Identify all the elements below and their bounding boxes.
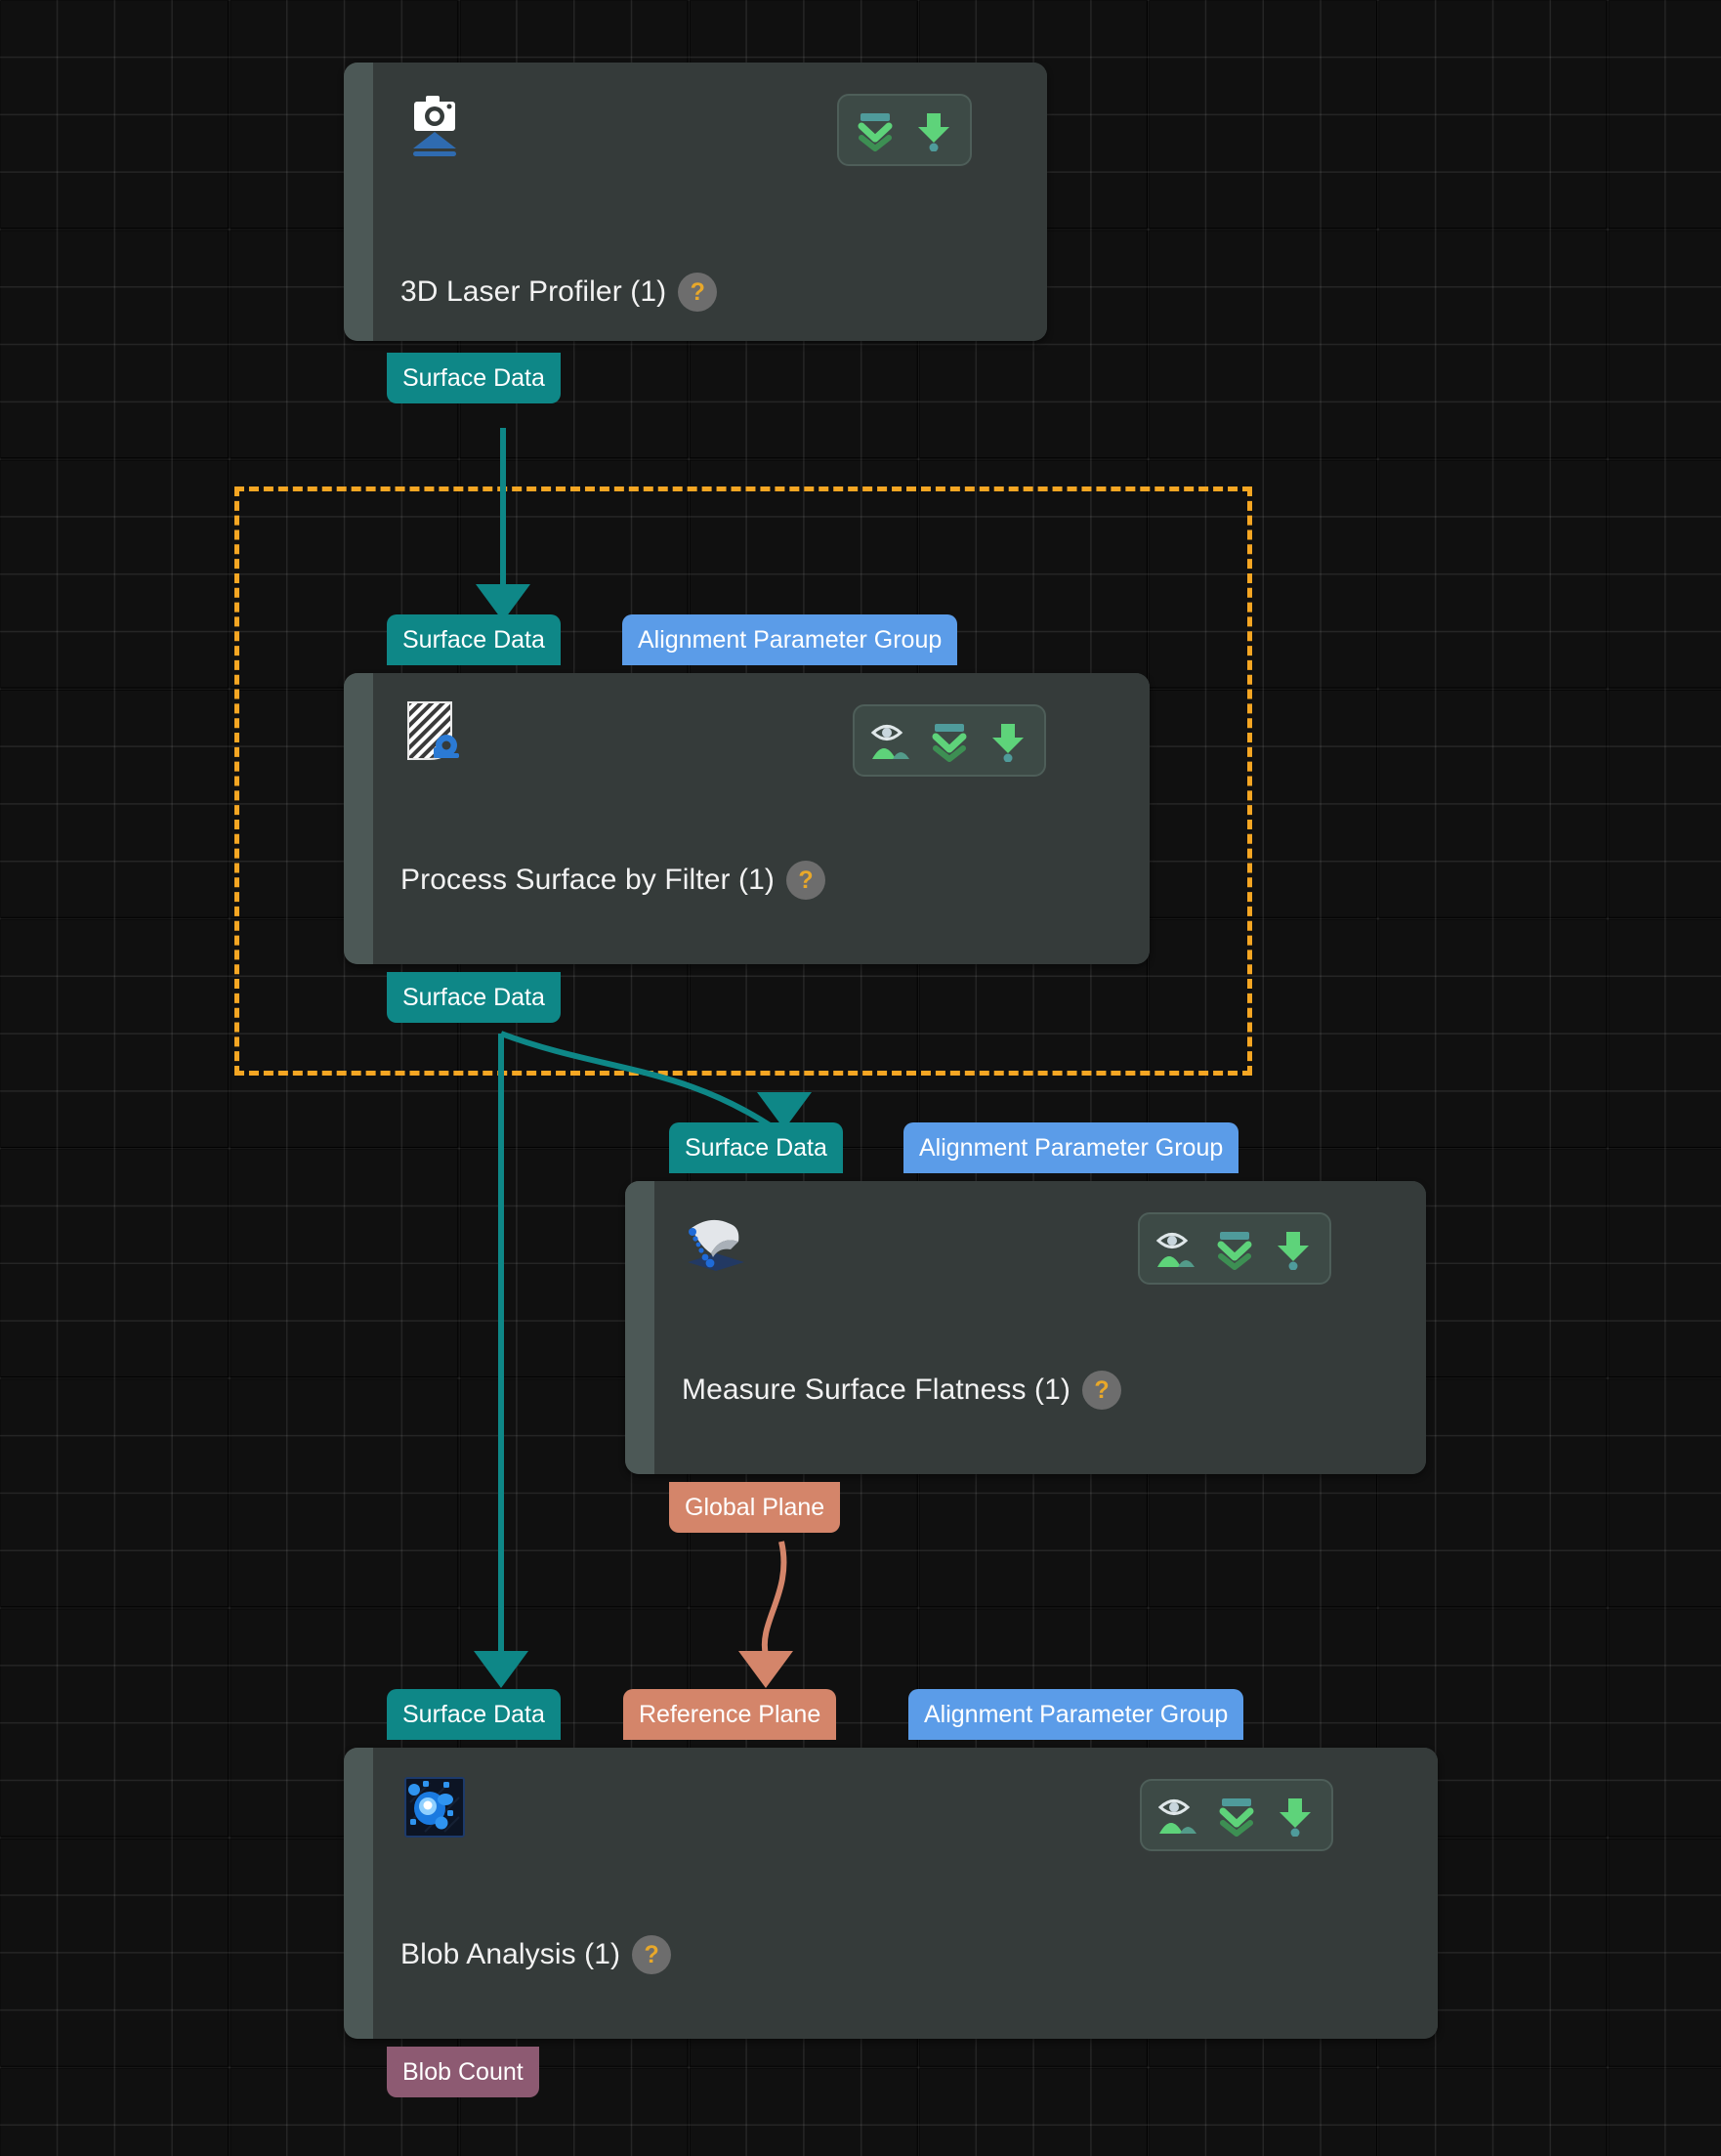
port-flatness-in-surface-data[interactable]: Surface Data bbox=[669, 1122, 843, 1173]
wire-arrowhead-blob-reference-in bbox=[738, 1651, 793, 1688]
port-label: Blob Count bbox=[402, 2058, 524, 2087]
hatched-surface-gear-icon bbox=[400, 698, 469, 767]
wire-arrowhead-blob-surface-in bbox=[474, 1651, 528, 1688]
node-toolbar[interactable] bbox=[837, 94, 972, 166]
node-title-row: Blob Analysis (1) ? bbox=[400, 1935, 671, 1974]
node-title: Process Surface by Filter (1) bbox=[400, 864, 775, 897]
port-process-in-surface-data[interactable]: Surface Data bbox=[387, 614, 561, 665]
port-laser-out-surface-data[interactable]: Surface Data bbox=[387, 353, 561, 403]
port-flatness-out-global-plane[interactable]: Global Plane bbox=[669, 1482, 840, 1533]
node-accent-strip bbox=[344, 63, 373, 341]
camera-laser-icon bbox=[400, 88, 469, 156]
port-label: Alignment Parameter Group bbox=[924, 1701, 1228, 1729]
collapse-chevrons-icon[interactable] bbox=[849, 104, 902, 156]
download-arrow-icon[interactable] bbox=[1269, 1789, 1322, 1841]
wire-globalplane-to-referenceplane bbox=[765, 1542, 784, 1655]
visibility-eye-image-icon[interactable] bbox=[864, 714, 917, 767]
port-flatness-in-alignment-parameter-group[interactable]: Alignment Parameter Group bbox=[903, 1122, 1238, 1173]
node-blob-analysis[interactable]: Blob Analysis (1) ? bbox=[344, 1748, 1438, 2039]
node-measure-surface-flatness[interactable]: Measure Surface Flatness (1) ? bbox=[625, 1181, 1426, 1474]
node-3d-laser-profiler[interactable]: 3D Laser Profiler (1) ? bbox=[344, 63, 1047, 341]
help-icon[interactable]: ? bbox=[1082, 1371, 1121, 1410]
blob-cluster-icon bbox=[400, 1773, 469, 1841]
port-label: Surface Data bbox=[402, 626, 545, 655]
port-label: Surface Data bbox=[402, 984, 545, 1012]
port-label: Reference Plane bbox=[639, 1701, 820, 1729]
visibility-eye-image-icon[interactable] bbox=[1150, 1222, 1202, 1275]
node-graph-canvas[interactable]: 3D Laser Profiler (1) ? Surface Data Sur… bbox=[0, 0, 1721, 2156]
node-title: 3D Laser Profiler (1) bbox=[400, 275, 666, 309]
node-accent-strip bbox=[344, 1748, 373, 2039]
download-arrow-icon[interactable] bbox=[1267, 1222, 1320, 1275]
node-title-row: 3D Laser Profiler (1) ? bbox=[400, 273, 717, 312]
node-accent-strip bbox=[344, 673, 373, 964]
node-process-surface-by-filter[interactable]: Process Surface by Filter (1) ? bbox=[344, 673, 1150, 964]
collapse-chevrons-icon[interactable] bbox=[923, 714, 976, 767]
port-label: Alignment Parameter Group bbox=[919, 1134, 1223, 1163]
port-blob-in-alignment-parameter-group[interactable]: Alignment Parameter Group bbox=[908, 1689, 1243, 1740]
node-title-row: Process Surface by Filter (1) ? bbox=[400, 861, 825, 900]
node-toolbar[interactable] bbox=[1138, 1212, 1331, 1285]
port-process-in-alignment-parameter-group[interactable]: Alignment Parameter Group bbox=[622, 614, 957, 665]
collapse-chevrons-icon[interactable] bbox=[1210, 1789, 1263, 1841]
visibility-eye-image-icon[interactable] bbox=[1152, 1789, 1204, 1841]
curved-surface-sheet-icon bbox=[682, 1206, 750, 1275]
port-process-out-surface-data[interactable]: Surface Data bbox=[387, 972, 561, 1023]
download-arrow-icon[interactable] bbox=[907, 104, 960, 156]
node-title: Blob Analysis (1) bbox=[400, 1938, 620, 1971]
port-label: Global Plane bbox=[685, 1494, 824, 1522]
node-accent-strip bbox=[625, 1181, 654, 1474]
help-icon[interactable]: ? bbox=[678, 273, 717, 312]
download-arrow-icon[interactable] bbox=[982, 714, 1034, 767]
port-blob-in-surface-data[interactable]: Surface Data bbox=[387, 1689, 561, 1740]
port-blob-out-blob-count[interactable]: Blob Count bbox=[387, 2047, 539, 2097]
help-icon[interactable]: ? bbox=[632, 1935, 671, 1974]
node-toolbar[interactable] bbox=[1140, 1779, 1333, 1851]
port-label: Surface Data bbox=[402, 1701, 545, 1729]
port-blob-in-reference-plane[interactable]: Reference Plane bbox=[623, 1689, 836, 1740]
node-toolbar[interactable] bbox=[853, 704, 1046, 777]
port-label: Alignment Parameter Group bbox=[638, 626, 942, 655]
collapse-chevrons-icon[interactable] bbox=[1208, 1222, 1261, 1275]
help-icon[interactable]: ? bbox=[786, 861, 825, 900]
node-title: Measure Surface Flatness (1) bbox=[682, 1374, 1070, 1407]
port-label: Surface Data bbox=[402, 364, 545, 393]
node-title-row: Measure Surface Flatness (1) ? bbox=[682, 1371, 1121, 1410]
port-label: Surface Data bbox=[685, 1134, 827, 1163]
